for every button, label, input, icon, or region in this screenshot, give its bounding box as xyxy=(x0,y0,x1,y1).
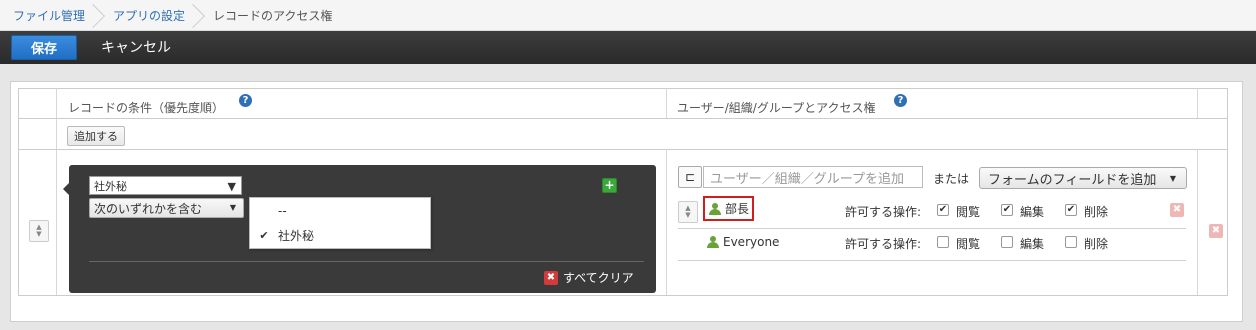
view-checkbox[interactable]: ✔ xyxy=(937,204,949,216)
breadcrumb-file-management[interactable]: ファイル管理 xyxy=(13,0,91,31)
help-icon[interactable]: ? xyxy=(894,94,907,107)
chevron-down-icon: ▼ xyxy=(1169,174,1176,183)
edit-checkbox[interactable] xyxy=(1001,236,1013,248)
value-dropdown: -- ✔ 社外秘 xyxy=(249,197,431,249)
header-conditions: レコードの条件（優先度順） xyxy=(68,101,225,115)
add-field-button[interactable]: フォームのフィールドを追加 ▼ xyxy=(979,167,1187,189)
breadcrumb-record-access: レコードのアクセス権 xyxy=(213,8,333,23)
operator-select[interactable]: 次のいずれかを含む ▼ xyxy=(89,198,244,218)
delete-label: 削除 xyxy=(1084,237,1109,251)
breadcrumb-separator xyxy=(91,0,105,31)
field-select[interactable]: 社外秘 ▼ xyxy=(89,176,242,195)
view-label: 閲覧 xyxy=(956,205,981,219)
column-divider xyxy=(666,88,667,118)
save-button[interactable]: 保存 xyxy=(11,35,77,60)
view-label: 閲覧 xyxy=(956,237,981,251)
entry-user-bucho[interactable]: 部長 xyxy=(703,196,755,221)
permission-label: 許可する操作: xyxy=(845,205,922,219)
chevron-down-icon: ▼ xyxy=(229,203,236,212)
toolbar: 保存 キャンセル xyxy=(0,31,1256,64)
edit-checkbox[interactable]: ✔ xyxy=(1001,204,1013,216)
delete-label: 削除 xyxy=(1084,205,1109,219)
permission-label: 許可する操作: xyxy=(845,237,922,251)
delete-checkbox[interactable] xyxy=(1065,236,1077,248)
close-icon: ✖ xyxy=(544,270,558,285)
org-tree-button[interactable]: ⊏ xyxy=(678,166,702,188)
divider xyxy=(678,260,1186,261)
column-divider xyxy=(1197,88,1198,118)
add-row: 追加する xyxy=(18,118,1228,150)
edit-label: 編集 xyxy=(1020,237,1045,251)
divider xyxy=(89,261,644,262)
group-icon xyxy=(706,236,720,248)
dropdown-option[interactable]: -- xyxy=(250,201,430,221)
or-label: または xyxy=(933,172,970,186)
header-access: ユーザー/組織/グループとアクセス権 xyxy=(677,101,876,115)
cancel-button[interactable]: キャンセル xyxy=(101,37,171,57)
remove-row-icon[interactable]: ✖ xyxy=(1209,224,1223,238)
group-icon xyxy=(708,202,722,215)
entry-sort-handle[interactable]: ▲ ▼ xyxy=(678,201,698,223)
tree-icon: ⊏ xyxy=(684,170,696,184)
divider xyxy=(678,228,1186,229)
entry-user-everyone: Everyone xyxy=(706,235,779,249)
row-sort-handle[interactable]: ▲ ▼ xyxy=(29,220,49,242)
help-icon[interactable]: ? xyxy=(239,94,252,107)
clear-all-button[interactable]: ✖ すべてクリア xyxy=(544,269,634,286)
edit-label: 編集 xyxy=(1020,205,1045,219)
breadcrumb: ファイル管理 アプリの設定 レコードのアクセス権 xyxy=(0,0,1256,31)
delete-checkbox[interactable]: ✔ xyxy=(1065,204,1077,216)
view-checkbox[interactable] xyxy=(937,236,949,248)
add-condition-button[interactable]: 追加する xyxy=(67,126,125,146)
breadcrumb-separator xyxy=(191,0,205,31)
dropdown-option[interactable]: ✔ 社外秘 xyxy=(250,225,430,245)
remove-entry-icon[interactable]: ✖ xyxy=(1170,203,1184,217)
add-condition-icon[interactable]: + xyxy=(602,178,617,193)
breadcrumb-app-settings[interactable]: アプリの設定 xyxy=(113,0,191,31)
chevron-down-icon: ▼ xyxy=(227,180,236,193)
check-icon: ✔ xyxy=(259,228,269,242)
user-search-input[interactable]: ユーザー／組織／グループを追加 xyxy=(703,166,923,188)
